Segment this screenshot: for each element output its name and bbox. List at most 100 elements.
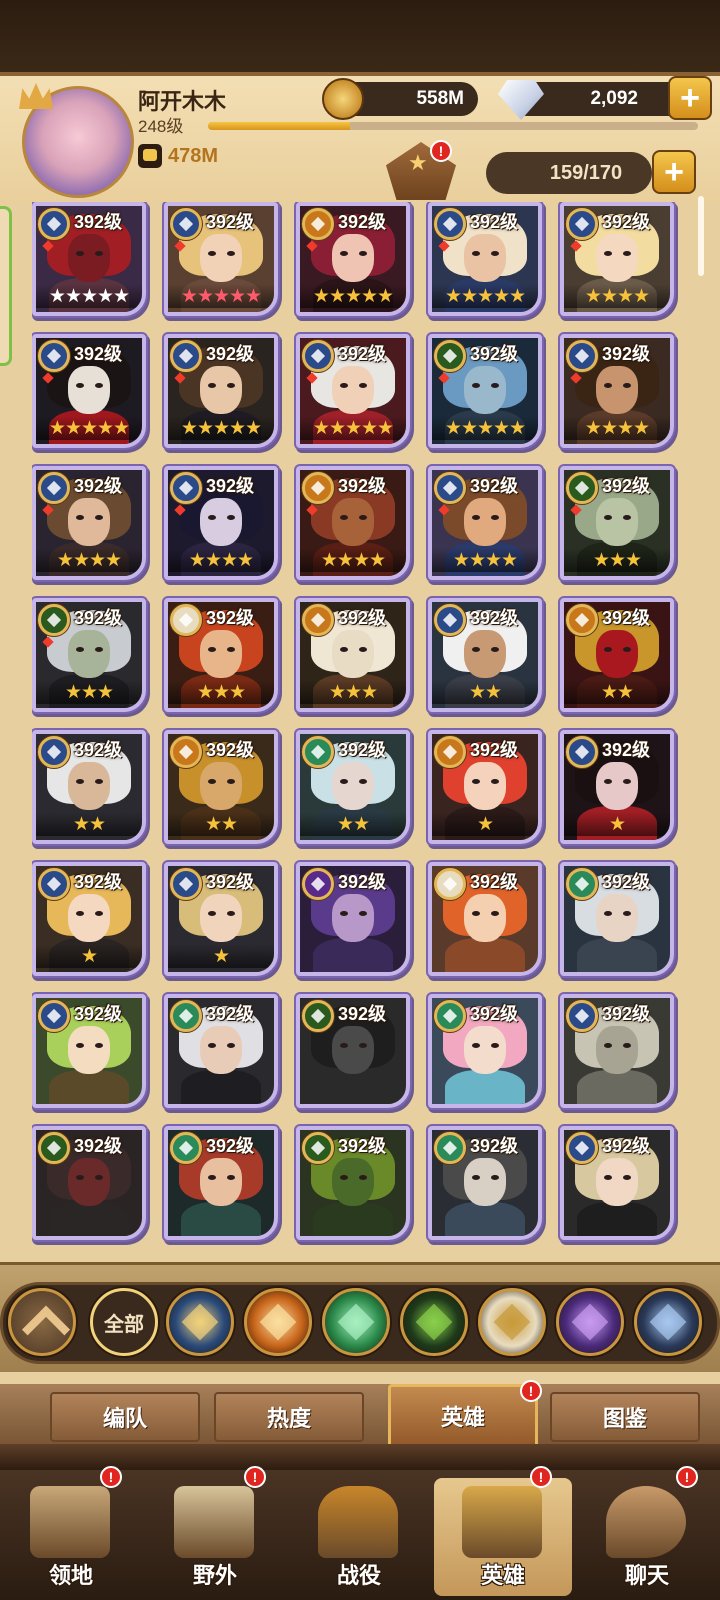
hero-card[interactable]: 392级 ★ — [560, 730, 674, 844]
hero-card[interactable]: 392级 ★ — [164, 862, 278, 976]
hero-card[interactable]: 392级 ★★ — [428, 598, 542, 712]
collapse-filter-button[interactable] — [8, 1288, 76, 1356]
faction-icon — [434, 208, 466, 240]
hero-card[interactable]: 392级 — [560, 862, 674, 976]
star-rating: ★ — [432, 812, 538, 836]
hero-card[interactable]: 392级 — [560, 994, 674, 1108]
hero-level: 392级 — [206, 476, 255, 496]
xp-bar — [208, 122, 698, 130]
tab-2[interactable]: 英雄 — [388, 1384, 538, 1448]
filter-all-button[interactable]: 全部 — [90, 1288, 158, 1356]
add-gems-button[interactable]: + — [668, 76, 712, 120]
faction-icon — [302, 868, 334, 900]
hero-level: 392级 — [338, 740, 387, 760]
side-drawer-tab[interactable] — [0, 206, 12, 366]
hero-card[interactable]: 392级 ★★★★ — [296, 466, 410, 580]
hero-card[interactable]: 392级 ★★★★★ — [428, 202, 542, 316]
scrollbar[interactable] — [698, 196, 704, 276]
graveborn-icon[interactable] — [400, 1288, 468, 1356]
hypogean-icon[interactable] — [556, 1288, 624, 1356]
hero-card[interactable]: 392级 ★★★ — [32, 598, 146, 712]
hero-level: 392级 — [338, 872, 387, 892]
nav-2[interactable]: 战役 — [290, 1478, 428, 1596]
faction-icon — [566, 604, 598, 636]
star-rating: ★★★★★ — [300, 284, 406, 308]
faction-icon — [38, 736, 70, 768]
hero-card[interactable]: 392级 — [164, 1126, 278, 1240]
celestial-icon[interactable] — [478, 1288, 546, 1356]
tab-0[interactable]: 编队 — [50, 1392, 200, 1442]
hero-level: 392级 — [470, 1004, 519, 1024]
faction-icon — [38, 472, 70, 504]
nav-0[interactable]: 领地 — [2, 1478, 140, 1596]
nav-1[interactable]: 野外 — [146, 1478, 284, 1596]
hero-card[interactable]: 392级 ★★★★ — [428, 466, 542, 580]
hero-card[interactable]: 392级 — [32, 1126, 146, 1240]
hero-card[interactable]: 392级 ★★★★ — [560, 202, 674, 316]
hero-card[interactable]: 392级 ★★★★★ — [164, 334, 278, 448]
hero-card[interactable]: 392级 — [560, 1126, 674, 1240]
star-rating: ★★ — [36, 812, 142, 836]
nav-3[interactable]: 英雄 — [434, 1478, 572, 1596]
faction-icon — [434, 1132, 466, 1164]
hero-card[interactable]: 392级 ★ — [428, 730, 542, 844]
hero-card[interactable]: 392级 ★★★★★ — [164, 202, 278, 316]
hero-card[interactable]: 392级 ★★★ — [164, 598, 278, 712]
hero-card[interactable]: 392级 ★★★★ — [164, 466, 278, 580]
nav-4[interactable]: 聊天 — [578, 1478, 716, 1596]
star-rating: ★ — [564, 812, 670, 836]
hero-level: 392级 — [206, 608, 255, 628]
hero-card[interactable]: 392级 ★★★ — [560, 466, 674, 580]
hero-card[interactable]: 392级 ★★★ — [296, 598, 410, 712]
gold-value: 558M — [416, 88, 464, 109]
hero-level: 392级 — [206, 740, 255, 760]
dimensional-icon[interactable] — [634, 1288, 702, 1356]
hero-level: 392级 — [338, 1136, 387, 1156]
faction-icon — [302, 208, 334, 240]
hero-card[interactable]: 392级 — [428, 862, 542, 976]
hero-card[interactable]: 392级 — [296, 994, 410, 1108]
hero-card[interactable]: 392级 ★★★★★ — [32, 334, 146, 448]
hero-level: 392级 — [602, 608, 651, 628]
faction-icon — [302, 340, 334, 372]
hero-card[interactable]: 392级 ★★★★ — [560, 334, 674, 448]
hero-level: 392级 — [470, 872, 519, 892]
faction-icon — [566, 340, 598, 372]
hero-capacity[interactable]: 159/170 — [486, 152, 652, 194]
hero-card[interactable]: 392级 ★ — [32, 862, 146, 976]
hero-card[interactable]: 392级 — [296, 862, 410, 976]
wilder-icon[interactable] — [322, 1288, 390, 1356]
hero-card[interactable]: 392级 ★★★★★ — [296, 202, 410, 316]
hero-card[interactable]: 392级 ★★★★★ — [428, 334, 542, 448]
hero-card[interactable]: 392级 ★★ — [32, 730, 146, 844]
hero-level: 392级 — [74, 872, 123, 892]
faction-icon — [170, 340, 202, 372]
hero-card[interactable]: 392级 — [164, 994, 278, 1108]
tab-3[interactable]: 图鉴 — [550, 1392, 700, 1442]
faction-icon — [566, 1000, 598, 1032]
mauler-icon[interactable] — [244, 1288, 312, 1356]
hero-card[interactable]: 392级 ★★★★ — [32, 466, 146, 580]
hero-card[interactable]: 392级 ★★ — [560, 598, 674, 712]
notification-dot: ! — [530, 1466, 552, 1488]
tab-1[interactable]: 热度 — [214, 1392, 364, 1442]
hero-level: 392级 — [74, 740, 123, 760]
hero-level: 392级 — [602, 1136, 651, 1156]
hero-card[interactable]: 392级 — [32, 994, 146, 1108]
hero-card[interactable]: 392级 ★★ — [164, 730, 278, 844]
faction-icon — [302, 1000, 334, 1032]
hero-card[interactable]: 392级 — [428, 1126, 542, 1240]
hero-card[interactable]: 392级 ★★★★★ — [296, 334, 410, 448]
expand-capacity-button[interactable]: + — [652, 150, 696, 194]
hero-card[interactable]: 392级 — [296, 1126, 410, 1240]
gold-coin-icon — [322, 78, 364, 120]
hero-card[interactable]: 392级 — [428, 994, 542, 1108]
player-avatar[interactable] — [19, 83, 134, 198]
faction-icon — [302, 472, 334, 504]
star-rating: ★★★★★ — [36, 284, 142, 308]
hero-card[interactable]: 392级 ★★★★★ — [32, 202, 146, 316]
lightbearer-icon[interactable] — [166, 1288, 234, 1356]
hero-card[interactable]: 392级 ★★ — [296, 730, 410, 844]
faction-icon — [38, 604, 70, 636]
faction-icon — [38, 208, 70, 240]
